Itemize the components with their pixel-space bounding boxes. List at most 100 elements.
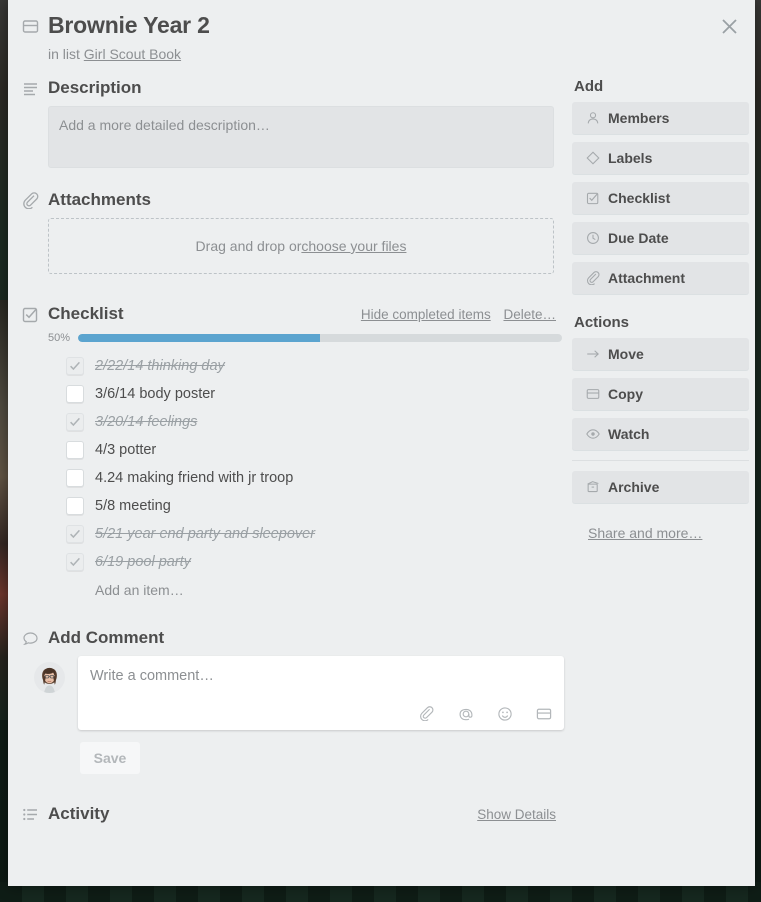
- card-detail-modal: Brownie Year 2 in list Girl Scout Book D…: [8, 0, 755, 886]
- checklist-item-label: 2/22/14 thinking day: [95, 358, 225, 374]
- sidebar-button-label: Watch: [608, 426, 650, 442]
- comment-placeholder: Write a comment…: [90, 668, 214, 684]
- checklist-items: 2/22/14 thinking day 3/6/14 body poster 3/…: [22, 352, 564, 576]
- sidebar-archive-group: Archive: [572, 471, 749, 503]
- dropzone-text: Drag and drop or: [195, 238, 302, 254]
- checklist-item[interactable]: 5/8 meeting: [66, 492, 564, 520]
- checklist-section-header: Checklist Hide completed items Delete…: [22, 304, 564, 324]
- sidebar-divider: [572, 460, 749, 461]
- share-and-more-link[interactable]: Share and more…: [588, 525, 702, 541]
- breadcrumb: in list Girl Scout Book: [48, 46, 755, 62]
- avatar: [34, 662, 65, 693]
- progress-percent-label: 50%: [48, 332, 71, 344]
- comment-section-header: Add Comment: [22, 628, 564, 648]
- mention-at-icon[interactable]: [457, 705, 474, 722]
- choose-files-link[interactable]: choose your files: [301, 238, 406, 254]
- checkbox-checked[interactable]: [66, 553, 84, 571]
- checklist-item-label: 6/19 pool party: [95, 554, 191, 570]
- checkbox-checked[interactable]: [66, 357, 84, 375]
- checklist-item[interactable]: 5/21 year end party and sleepover: [66, 520, 564, 548]
- add-checklist-item[interactable]: Add an item…: [95, 582, 564, 598]
- description-lines-icon: [22, 80, 48, 97]
- sidebar-button-move[interactable]: Move: [572, 338, 749, 370]
- checklist-icon: [22, 306, 48, 323]
- checklist-actions: Hide completed items Delete…: [352, 307, 564, 322]
- checklist-item[interactable]: 2/22/14 thinking day: [66, 352, 564, 380]
- activity-section-header: Activity Show Details: [22, 804, 564, 824]
- sidebar-button-attachment[interactable]: Attachment: [572, 262, 749, 294]
- page-title: Brownie Year 2: [48, 12, 210, 38]
- attachments-section-header: Attachments: [22, 190, 564, 210]
- activity-heading: Activity: [48, 804, 110, 823]
- attachments-heading: Attachments: [48, 190, 151, 209]
- paperclip-icon: [22, 191, 48, 209]
- checklist-item[interactable]: 3/6/14 body poster: [66, 380, 564, 408]
- sidebar-button-labels[interactable]: Labels: [572, 142, 749, 174]
- sidebar-button-label: Copy: [608, 386, 643, 402]
- sidebar-button-label: Labels: [608, 150, 653, 166]
- sidebar-button-label: Members: [608, 110, 670, 126]
- list-name-link[interactable]: Girl Scout Book: [84, 46, 181, 62]
- progress-fill: [78, 334, 320, 342]
- card-sidebar: Add Members Labels Checklist Due Date Attach…: [564, 78, 749, 832]
- comment-toolbar: [418, 705, 552, 722]
- sidebar-button-watch[interactable]: Watch: [572, 418, 749, 450]
- checkbox-unchecked[interactable]: [66, 497, 84, 515]
- sidebar-actions-heading: Actions: [574, 314, 630, 331]
- description-heading: Description: [48, 78, 142, 97]
- checklist-item[interactable]: 6/19 pool party: [66, 548, 564, 576]
- checklist-icon: [586, 191, 608, 205]
- checklist-item-label: 5/8 meeting: [95, 498, 171, 514]
- sidebar-add-heading: Add: [574, 78, 604, 95]
- card-header: Brownie Year 2 in list Girl Scout Book: [8, 0, 755, 62]
- sidebar-button-label: Archive: [608, 479, 660, 495]
- clock-icon: [586, 231, 608, 245]
- checklist-item-label: 3/6/14 body poster: [95, 386, 216, 402]
- checklist-item-label: 4/3 potter: [95, 442, 157, 458]
- sidebar-button-checklist[interactable]: Checklist: [572, 182, 749, 214]
- show-details-link[interactable]: Show Details: [477, 807, 556, 822]
- checklist-item[interactable]: 4/3 potter: [66, 436, 564, 464]
- card-icon: [22, 10, 48, 40]
- card-icon[interactable]: [535, 705, 552, 722]
- sidebar-actions-group: Move Copy Watch: [572, 338, 749, 450]
- hide-completed-items-link[interactable]: Hide completed items: [361, 307, 491, 322]
- in-list-label: in list: [48, 46, 80, 62]
- checkbox-unchecked[interactable]: [66, 385, 84, 403]
- paperclip-icon[interactable]: [418, 705, 435, 722]
- save-button[interactable]: Save: [80, 742, 140, 774]
- comment-heading: Add Comment: [48, 628, 165, 647]
- progress-track: [78, 334, 562, 342]
- sidebar-button-members[interactable]: Members: [572, 102, 749, 134]
- checkbox-checked[interactable]: [66, 413, 84, 431]
- archive-box-icon: [586, 480, 608, 494]
- checklist-item-label: 3/20/14 feelings: [95, 414, 198, 430]
- activity-list-icon: [22, 806, 48, 823]
- paperclip-icon: [586, 271, 608, 285]
- eye-icon: [586, 427, 608, 441]
- speech-bubble-icon: [22, 630, 48, 647]
- sidebar-button-label: Attachment: [608, 270, 686, 286]
- sidebar-button-label: Move: [608, 346, 644, 362]
- person-icon: [586, 111, 608, 125]
- checklist-item[interactable]: 4.24 making friend with jr troop: [66, 464, 564, 492]
- checkbox-unchecked[interactable]: [66, 441, 84, 459]
- card-icon: [586, 387, 608, 401]
- sidebar-button-copy[interactable]: Copy: [572, 378, 749, 410]
- sidebar-button-archive[interactable]: Archive: [572, 471, 749, 503]
- attachment-dropzone[interactable]: Drag and drop or choose your files: [48, 218, 554, 274]
- comment-input[interactable]: Write a comment…: [78, 656, 564, 730]
- sidebar-add-group: Members Labels Checklist Due Date Attachment: [572, 102, 749, 294]
- checklist-progress: 50%: [48, 332, 562, 344]
- checklist-item[interactable]: 3/20/14 feelings: [66, 408, 564, 436]
- description-section-header: Description: [22, 78, 564, 98]
- delete-checklist-link[interactable]: Delete…: [503, 307, 556, 322]
- checklist-item-label: 5/21 year end party and sleepover: [95, 526, 316, 542]
- description-input[interactable]: Add a more detailed description…: [48, 106, 554, 168]
- checkbox-unchecked[interactable]: [66, 469, 84, 487]
- sidebar-button-label: Due Date: [608, 230, 669, 246]
- activity-actions: Show Details: [468, 807, 564, 822]
- sidebar-button-due-date[interactable]: Due Date: [572, 222, 749, 254]
- emoji-smiley-icon[interactable]: [496, 705, 513, 722]
- checkbox-checked[interactable]: [66, 525, 84, 543]
